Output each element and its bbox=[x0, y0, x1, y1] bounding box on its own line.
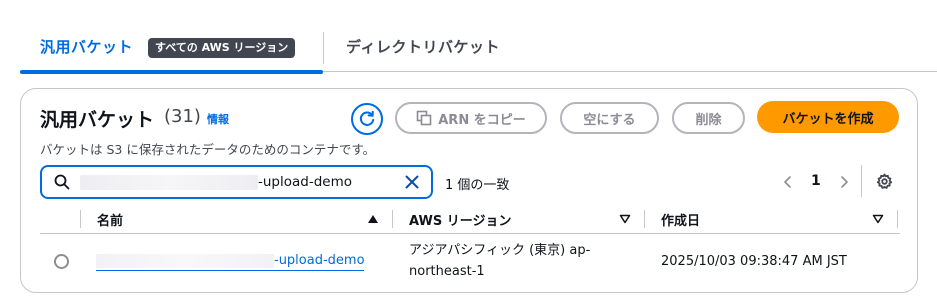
tab-general-label: 汎用バケット bbox=[40, 38, 134, 56]
sort-icon[interactable] bbox=[872, 213, 884, 225]
redacted-text bbox=[96, 254, 274, 268]
table-header-divider bbox=[40, 233, 900, 234]
bucket-created-date: 2025/10/03 09:38:47 AM JST bbox=[661, 254, 847, 269]
create-bucket-button[interactable]: バケットを作成 bbox=[757, 101, 899, 133]
match-count: 1 個の一致 bbox=[445, 178, 510, 193]
bucket-count: (31) bbox=[164, 106, 201, 127]
delete-bucket-button[interactable]: 削除 bbox=[672, 102, 745, 134]
chevron-left-icon[interactable] bbox=[781, 175, 795, 189]
copy-icon bbox=[416, 110, 432, 126]
column-header-region[interactable]: AWS リージョン bbox=[409, 210, 511, 230]
all-regions-badge: すべての AWS リージョン bbox=[148, 38, 296, 58]
tab-directory-buckets[interactable]: ディレクトリバケット bbox=[346, 36, 500, 57]
delete-label: 削除 bbox=[695, 112, 722, 128]
chevron-right-icon[interactable] bbox=[837, 175, 851, 189]
column-separator bbox=[392, 210, 393, 228]
column-header-name[interactable]: 名前 bbox=[97, 210, 123, 230]
tab-separator bbox=[323, 32, 324, 64]
create-label: バケットを作成 bbox=[782, 111, 874, 127]
copy-arn-label: ARN をコピー bbox=[438, 112, 526, 128]
refresh-icon bbox=[359, 110, 375, 126]
sort-ascending-icon[interactable] bbox=[367, 213, 379, 225]
bucket-name: -upload-demo bbox=[274, 253, 365, 268]
column-separator bbox=[644, 210, 645, 228]
sort-icon[interactable] bbox=[619, 213, 631, 225]
gear-icon[interactable] bbox=[876, 173, 893, 190]
empty-bucket-button[interactable]: 空にする bbox=[560, 102, 659, 134]
link-underline bbox=[96, 270, 364, 271]
empty-label: 空にする bbox=[583, 112, 636, 128]
column-header-created[interactable]: 作成日 bbox=[661, 210, 700, 230]
column-separator bbox=[80, 210, 81, 228]
buckets-panel: 汎用バケット (31) 情報 バケットは S3 に保存されたデータのためのコンテ… bbox=[20, 88, 918, 293]
refresh-button[interactable] bbox=[351, 103, 383, 135]
bucket-search-input[interactable]: -upload-demo bbox=[40, 165, 433, 199]
close-icon[interactable] bbox=[404, 174, 420, 190]
bucket-region: アジアパシフィック (東京) ap-northeast-1 bbox=[409, 243, 591, 279]
column-separator bbox=[897, 210, 898, 228]
tab-general-buckets[interactable]: 汎用バケット すべての AWS リージョン bbox=[20, 30, 323, 74]
search-icon bbox=[54, 174, 70, 190]
search-value: -upload-demo bbox=[258, 174, 353, 190]
panel-title: 汎用バケット bbox=[40, 109, 155, 131]
row-select-radio[interactable] bbox=[54, 254, 69, 269]
bucket-type-tabs: 汎用バケット すべての AWS リージョン ディレクトリバケット bbox=[20, 30, 937, 74]
current-page[interactable]: 1 bbox=[811, 173, 821, 189]
active-tab-indicator bbox=[20, 70, 323, 74]
redacted-text bbox=[80, 175, 258, 190]
copy-arn-button[interactable]: ARN をコピー bbox=[395, 102, 547, 134]
panel-description: バケットは S3 に保存されたデータのためのコンテナです。 bbox=[40, 142, 376, 157]
pager-divider bbox=[861, 165, 862, 197]
info-link[interactable]: 情報 bbox=[207, 111, 229, 127]
